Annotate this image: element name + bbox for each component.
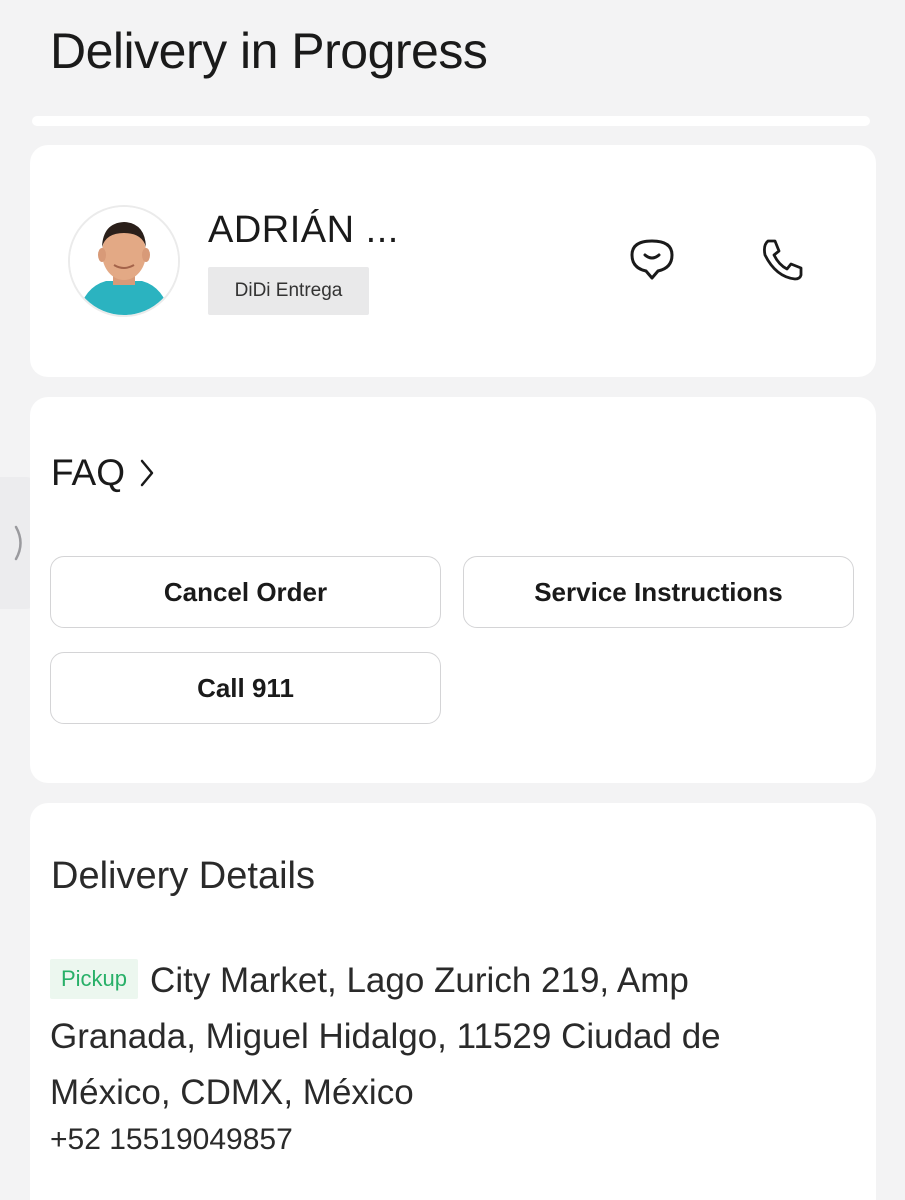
- faq-label: FAQ: [51, 452, 126, 493]
- pickup-tag: Pickup: [50, 959, 139, 999]
- faq-link[interactable]: FAQ: [51, 452, 155, 494]
- service-instructions-button[interactable]: Service Instructions: [463, 556, 854, 628]
- delivery-details-title: Delivery Details: [51, 855, 315, 897]
- call-911-button[interactable]: Call 911: [50, 652, 441, 724]
- chevron-right-icon: [140, 459, 154, 487]
- driver-avatar: [68, 205, 180, 317]
- chat-button[interactable]: [622, 229, 682, 289]
- delivery-details-card: Delivery Details Pickup City Market, Lago…: [30, 803, 876, 1200]
- chat-bubble-icon: [630, 239, 674, 280]
- chevron-right-icon: [14, 525, 22, 561]
- actions-card: FAQ Cancel Order Service Instructions Ca…: [30, 397, 876, 783]
- pickup-address: City Market, Lago Zurich 219, Amp Granad…: [50, 961, 721, 1112]
- phone-icon: [763, 239, 803, 281]
- pickup-address-block: Pickup City Market, Lago Zurich 219, Amp …: [50, 953, 840, 1121]
- phone-button[interactable]: [752, 229, 812, 289]
- driver-card: ADRIÁN ... DiDi Entrega: [30, 145, 876, 377]
- header-divider: [32, 116, 870, 126]
- driver-name: ADRIÁN ...: [208, 209, 399, 251]
- service-badge: DiDi Entrega: [208, 267, 369, 315]
- cancel-order-button[interactable]: Cancel Order: [50, 556, 441, 628]
- pickup-phone[interactable]: +52 15519049857: [50, 1123, 293, 1157]
- page-title: Delivery in Progress: [50, 23, 488, 79]
